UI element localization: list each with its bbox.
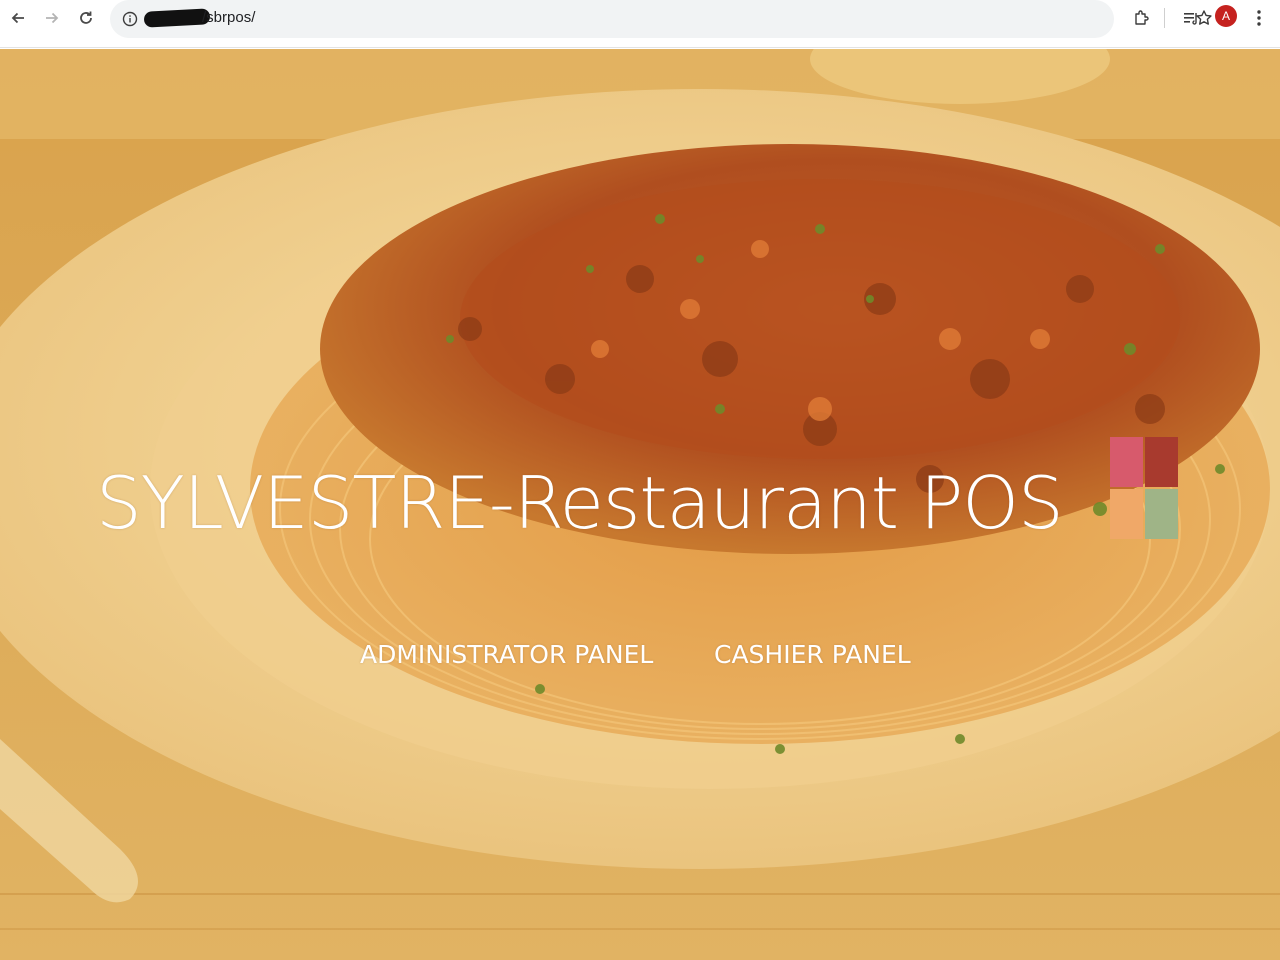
url-text: /sbrpos/	[202, 9, 256, 26]
back-arrow-icon[interactable]	[4, 4, 32, 32]
reading-list-icon[interactable]	[1177, 4, 1205, 32]
profile-avatar[interactable]: A	[1215, 5, 1237, 27]
redacted-url-mask	[143, 8, 211, 28]
logo-square-top-right	[1145, 437, 1178, 487]
address-bar[interactable]: /sbrpos/	[110, 0, 1212, 38]
cashier-panel-link[interactable]: CASHIER PANEL	[714, 635, 911, 675]
puzzle-icon[interactable]	[1127, 4, 1155, 32]
info-icon[interactable]	[118, 7, 142, 31]
panel-navigation: ADMINISTRATOR PANEL CASHIER PANEL	[360, 635, 920, 675]
logo-square-bottom-right	[1145, 489, 1178, 539]
brand-header: SYLVESTRE-Restaurant POS	[96, 437, 1206, 565]
hero-section: SYLVESTRE-Restaurant POS ADMINISTRATOR P…	[0, 49, 1280, 960]
forward-arrow-icon[interactable]	[38, 4, 66, 32]
reload-icon[interactable]	[72, 4, 100, 32]
administrator-panel-link[interactable]: ADMINISTRATOR PANEL	[360, 635, 653, 675]
logo-square-top-left	[1110, 437, 1143, 487]
logo-square-bottom-left	[1110, 489, 1143, 539]
logo-squares	[1110, 437, 1180, 543]
kebab-menu-icon[interactable]	[1245, 4, 1273, 32]
page-title: SYLVESTRE-Restaurant POS	[96, 461, 1064, 545]
browser-toolbar: /sbrpos/ A	[0, 0, 1280, 48]
toolbar-divider	[1164, 8, 1165, 28]
